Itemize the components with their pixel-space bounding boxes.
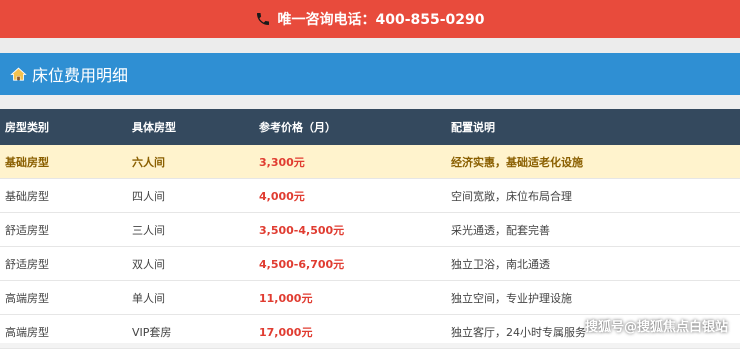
cell-room: 双人间 [132, 257, 165, 271]
cell-room: VIP套房 [132, 325, 172, 339]
table-row: 舒适房型 双人间 4,500-6,700元 独立卫浴，南北通透 [0, 247, 740, 281]
table-header: 房型类别 具体房型 参考价格（月） 配置说明 [0, 109, 740, 145]
cell-desc: 空间宽敞，床位布局合理 [451, 189, 572, 203]
table-row: 高端房型 单人间 11,000元 独立空间，专业护理设施 [0, 281, 740, 315]
cell-category: 基础房型 [5, 155, 49, 169]
section-title: 床位费用明细 [32, 66, 129, 85]
cell-room: 四人间 [132, 189, 165, 203]
cell-price: 17,000元 [259, 325, 313, 339]
hotline-banner: 唯一咨询电话：400-855-0290 [0, 0, 740, 38]
cell-room: 三人间 [132, 223, 165, 237]
cell-room: 单人间 [132, 291, 165, 305]
header-price: 参考价格（月） [259, 121, 336, 134]
table-row: 基础房型 四人间 4,000元 空间宽敞，床位布局合理 [0, 179, 740, 213]
cell-desc: 独立空间，专业护理设施 [451, 291, 572, 305]
cell-category: 基础房型 [5, 189, 49, 203]
cell-price: 4,500-6,700元 [259, 257, 345, 271]
cell-desc: 独立卫浴，南北通透 [451, 257, 550, 271]
header-room: 具体房型 [132, 121, 176, 134]
table-row: 基础房型 六人间 3,300元 经济实惠，基础适老化设施 [0, 145, 740, 179]
house-icon [10, 66, 27, 83]
cell-price: 11,000元 [259, 291, 313, 305]
cell-desc: 采光通透，配套完善 [451, 223, 550, 237]
header-room-type: 房型类别 [5, 121, 49, 134]
cell-desc: 经济实惠，基础适老化设施 [451, 155, 583, 169]
cell-price: 3,300元 [259, 155, 305, 169]
cell-price: 4,000元 [259, 189, 305, 203]
cell-room: 六人间 [132, 155, 165, 169]
header-desc: 配置说明 [451, 121, 495, 134]
watermark: 搜狐号@搜狐焦点白银站 [584, 320, 728, 335]
spacer [0, 95, 740, 109]
spacer [0, 38, 740, 53]
hotline-text: 唯一咨询电话：400-855-0290 [277, 12, 485, 28]
cell-price: 3,500-4,500元 [259, 223, 345, 237]
price-table: 房型类别 具体房型 参考价格（月） 配置说明 基础房型 六人间 3,300元 经… [0, 109, 740, 349]
phone-icon [255, 11, 271, 27]
cell-category: 高端房型 [5, 291, 49, 305]
cell-category: 舒适房型 [5, 257, 49, 271]
cell-category: 高端房型 [5, 325, 49, 339]
section-header: 床位费用明细 [0, 53, 740, 95]
table-row: 舒适房型 三人间 3,500-4,500元 采光通透，配套完善 [0, 213, 740, 247]
cell-category: 舒适房型 [5, 223, 49, 237]
